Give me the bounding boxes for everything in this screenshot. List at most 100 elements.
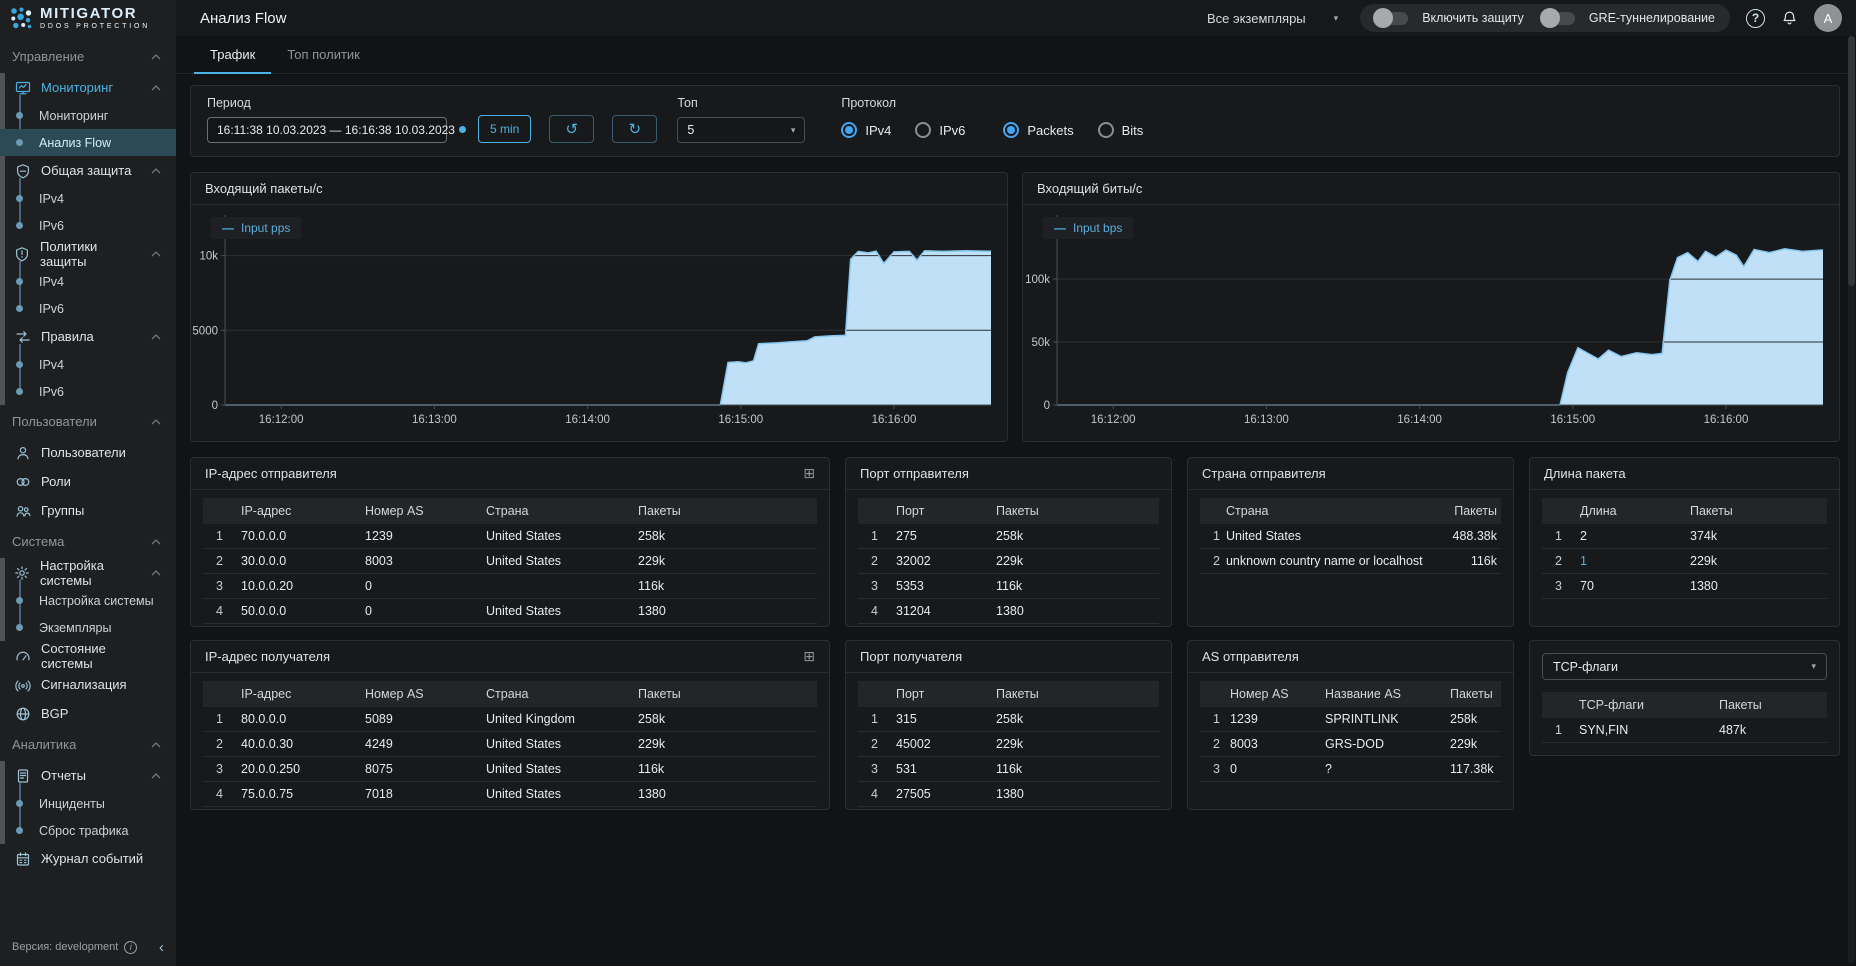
table-cell: 275 [896,529,917,543]
radio-packets[interactable]: Packets [1003,122,1074,138]
sidebar-item-группы[interactable]: Группы [0,496,176,525]
sidebar-section-управление[interactable]: Управление [0,40,176,73]
brand[interactable]: MITIGATOR DDOS PROTECTION [0,0,176,36]
sidebar-section-система[interactable]: Система [0,525,176,558]
radio-label: Bits [1121,122,1144,138]
undo-button[interactable]: ↺ [549,115,595,143]
table-cell: 7018 [365,787,393,801]
table-cell[interactable]: 1 [1580,549,1690,574]
row-index: 1 [216,712,223,726]
sidebar-item-журнал-событий[interactable]: Журнал событий [0,844,176,873]
sidebar-item-пользователи[interactable]: Пользователи [0,438,176,467]
top-select[interactable]: 5 ▾ [677,117,806,143]
radio-ipv4[interactable]: IPv4 [841,122,891,138]
sidebar-subitem-ipv4[interactable]: IPv4 [0,185,176,212]
sidebar-item-настройка-системы[interactable]: Настройка системы [0,557,176,588]
sidebar-item-label: Группы [41,503,85,518]
row-index: 1 [871,712,878,726]
tab-трафик[interactable]: Трафик [194,36,272,74]
chart-title: Входящий пакеты/с [205,181,323,196]
sidebar-item-политики-защиты[interactable]: Политики защиты [0,238,176,269]
window-scrollbar[interactable] [1848,36,1855,964]
sidebar-subitem-label: Мониторинг [39,108,109,123]
chart-legend[interactable]: — Input bps [1043,217,1134,239]
sidebar-subitem-мониторинг[interactable]: Мониторинг [0,102,176,129]
signal-icon [14,676,31,693]
radio-label: IPv6 [939,122,966,138]
table-row: 4 27505 1380 [858,782,1159,807]
radio-ipv6[interactable]: IPv6 [915,122,965,138]
sidebar-subitem-label: IPv4 [39,357,65,372]
sidebar-subitem-анализ-flow[interactable]: Анализ Flow [0,129,176,156]
sidebar-item-bgp[interactable]: BGP [0,699,176,728]
sidebar-subitem-инциденты[interactable]: Инциденты [0,790,176,817]
expand-table-icon[interactable]: ⊞ [803,648,815,665]
expand-table-icon[interactable]: ⊞ [803,465,815,482]
period-input[interactable]: 16:11:38 10.03.2023 — 16:16:38 10.03.202… [207,117,455,143]
avatar[interactable]: A [1814,4,1842,32]
tab-топ-политик[interactable]: Топ политик [271,36,376,73]
sidebar-subitem-ipv6[interactable]: IPv6 [0,378,176,405]
column-header [203,498,241,524]
table-row: 4 50.0.0.0 0 United States 1380 [203,599,817,624]
table-cell: 1380 [638,604,666,618]
table-cell: SYN,FIN [1579,723,1629,737]
sidebar-subitem-ipv6[interactable]: IPv6 [0,212,176,239]
chevron-up-icon [151,333,161,340]
sidebar-item-сигнализация[interactable]: Сигнализация [0,670,176,699]
toggle-gre-туннелирование[interactable] [1539,8,1575,28]
quick-range-button[interactable]: 5 min [478,115,532,143]
table-cell: 70 [1580,579,1594,593]
instances-select[interactable]: Все экземпляры ▾ [1207,11,1338,26]
sidebar-section-пользователи[interactable]: Пользователи [0,405,176,438]
column-header: Страна [486,681,638,707]
chart-input-pps[interactable]: 0 5000 10k 16:12:00 16:13:00 16:14:00 16:15:00… [191,205,1007,441]
sidebar-subitem-настройка-системы[interactable]: Настройка системы [0,587,176,614]
sidebar-item-label: Правила [41,329,94,344]
table-cell: 258k [638,712,666,726]
tree-dot-icon [16,388,23,395]
sidebar-subitem-сброс-трафика[interactable]: Сброс трафика [0,817,176,844]
sidebar-item-общая-защита[interactable]: Общая защита [0,156,176,185]
sidebar-item-отчеты[interactable]: Отчеты [0,761,176,790]
sidebar-item-состояние-системы[interactable]: Состояние системы [0,641,176,671]
table-cell: 116k [638,579,665,593]
column-header: Пакеты [1428,498,1501,524]
sidebar-item-роли[interactable]: Роли [0,467,176,496]
toggle-включить-защиту[interactable] [1373,8,1409,28]
sidebar-subitem-экземпляры[interactable]: Экземпляры [0,614,176,641]
info-icon[interactable]: i [124,940,138,954]
chart-legend[interactable]: — Input pps [211,217,302,239]
table-cell: 50.0.0.0 [241,604,287,618]
column-header: IP-адрес [241,681,365,707]
notifications-bell-icon[interactable] [1781,10,1798,27]
table-cell: 229k [1450,737,1478,751]
help-icon[interactable]: ? [1746,8,1765,28]
tree-dot-icon [16,222,23,229]
sidebar-item-мониторинг[interactable]: Мониторинг [0,73,176,102]
refresh-button[interactable]: ↻ [612,115,658,143]
table-cell: 80.0.0.0 [241,712,287,726]
column-header: Пакеты [996,498,1159,524]
radio-bits[interactable]: Bits [1097,122,1144,138]
chevron-up-icon [151,741,161,748]
tcp-flags-select[interactable]: TCP-флаги ▾ [1542,653,1827,680]
src-port-panel: Порт отправителя Порт Пакеты 1 275 258k 2 3200… [845,457,1172,627]
sidebar-subitem-ipv4[interactable]: IPv4 [0,268,176,295]
dst-ip-table: IP-адрес Номер AS Страна Пакеты 1 80.0.0.0 508… [203,681,817,807]
sidebar-subitem-ipv4[interactable]: IPv4 [0,351,176,378]
app-root: MITIGATOR DDOS PROTECTION Управление Мони… [0,0,1856,966]
sidebar-subitem-ipv6[interactable]: IPv6 [0,295,176,322]
sidebar-section-аналитика[interactable]: Аналитика [0,728,176,761]
sidebar-item-label: Настройка системы [40,557,104,588]
tree-dot-icon [16,827,23,834]
sidebar-item-label: Политики защиты [40,238,98,269]
tables-row-1: IP-адрес отправителя ⊞ IP-адрес Номер AS С… [190,457,1840,627]
chart-input-bps[interactable]: 0 50k 100k 16:12:00 16:13:00 16:14:00 16:15:00… [1023,205,1839,441]
sidebar-item-правила[interactable]: Правила [0,322,176,351]
table-cell: 1380 [638,787,666,801]
sidebar-collapse-icon[interactable]: ‹ [159,940,164,955]
column-header: Пакеты [1450,681,1501,707]
table-cell: 374k [1690,529,1718,543]
scrollbar-thumb[interactable] [1848,36,1855,286]
